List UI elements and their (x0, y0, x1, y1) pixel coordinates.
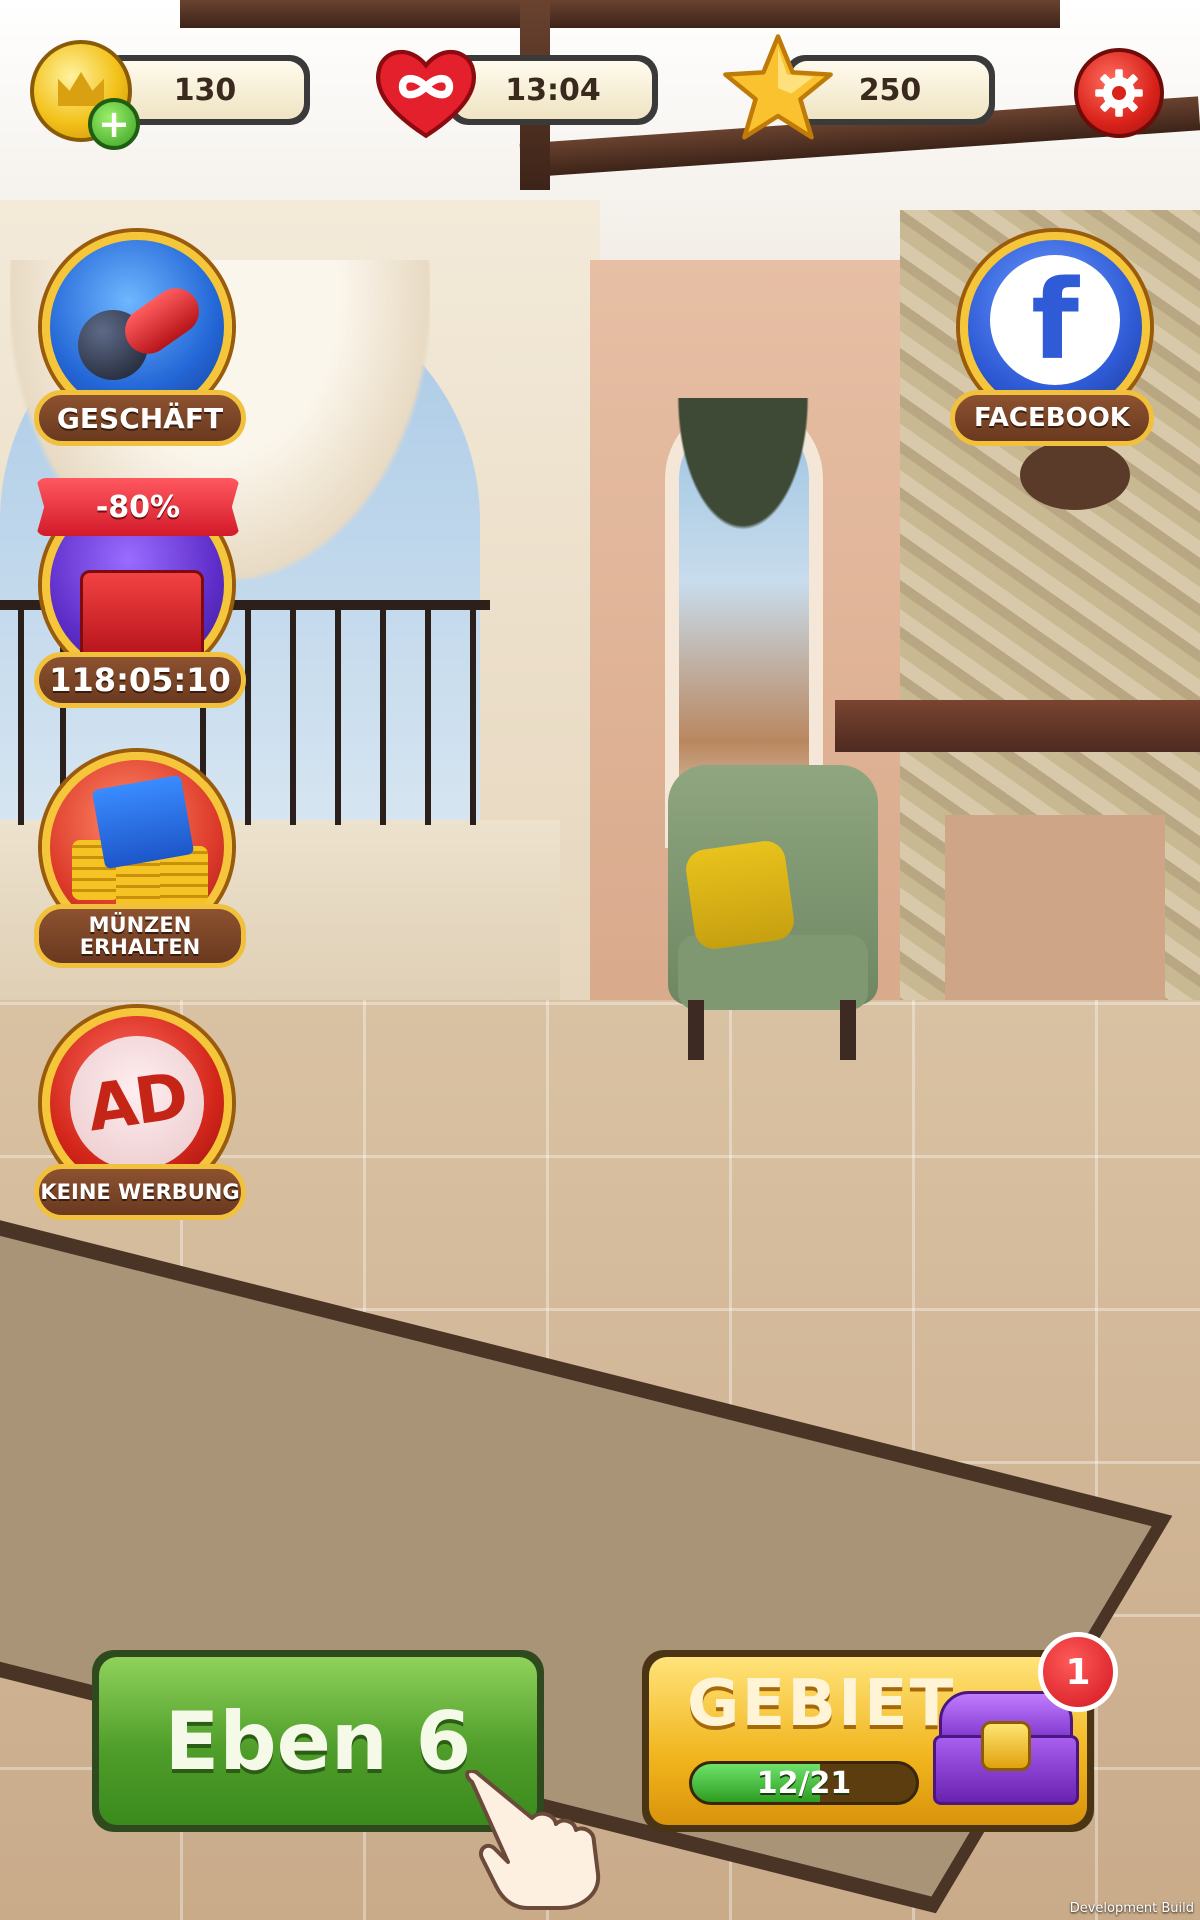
chair-leg (840, 1000, 856, 1060)
pointing-hand-icon (462, 1769, 612, 1910)
ceiling-beam (180, 0, 1060, 28)
no-ads-label[interactable]: KEINE WERBUNG (34, 1164, 246, 1220)
baluster (245, 605, 251, 825)
settings-button[interactable] (1074, 48, 1164, 138)
deer-head-decoration (1020, 440, 1130, 510)
baluster (470, 605, 476, 825)
area-progress-text: 12/21 (756, 1765, 852, 1801)
facebook-label[interactable]: FACEBOOK (950, 390, 1154, 446)
sale-timer: 118:05:10 (34, 652, 246, 708)
level-label: Eben 6 (164, 1694, 472, 1788)
baluster (335, 605, 341, 825)
star-icon (722, 32, 834, 144)
clapperboard-icon (91, 774, 195, 870)
chest-lock (981, 1721, 1031, 1771)
sale-discount: -80% (95, 489, 181, 525)
infinity-heart-icon[interactable] (372, 44, 480, 140)
ad-icon-text: AD (83, 1059, 191, 1147)
area-button-face: GEBIET 12/21 (649, 1657, 1087, 1825)
fireplace-hearth (945, 815, 1165, 1025)
get-coins-label-line1: MÜNZEN (88, 913, 192, 937)
lives-timer: 13:04 (454, 61, 652, 119)
gift-box-icon (80, 570, 204, 664)
get-coins-label-line2: ERHALTEN (79, 935, 201, 959)
game-scene[interactable]: 130 + 13:04 250 GESCHÄFT -80% 118:05:10 … (0, 0, 1200, 1920)
get-coins-label[interactable]: MÜNZEN ERHALTEN (34, 904, 246, 968)
baluster (380, 605, 386, 825)
treasure-chest-icon (933, 1691, 1079, 1805)
add-coins-button[interactable]: + (88, 98, 140, 150)
baluster (290, 605, 296, 825)
baluster (18, 605, 24, 825)
baluster (425, 605, 431, 825)
fireplace-mantel (835, 700, 1200, 752)
crown-icon (58, 72, 104, 106)
window-curtain (668, 398, 818, 548)
area-button[interactable]: GEBIET 12/21 (642, 1650, 1094, 1832)
gear-icon (1095, 69, 1143, 117)
shop-label[interactable]: GESCHÄFT (34, 390, 246, 446)
plus-icon: + (98, 102, 130, 146)
area-title: GEBIET (687, 1667, 956, 1741)
chair-leg (688, 1000, 704, 1060)
facebook-icon: f (990, 255, 1120, 385)
armchair (668, 765, 878, 1060)
notification-badge: 1 (1038, 1632, 1118, 1712)
yellow-pillow (683, 838, 797, 952)
build-label: Development Build (1069, 1901, 1194, 1916)
